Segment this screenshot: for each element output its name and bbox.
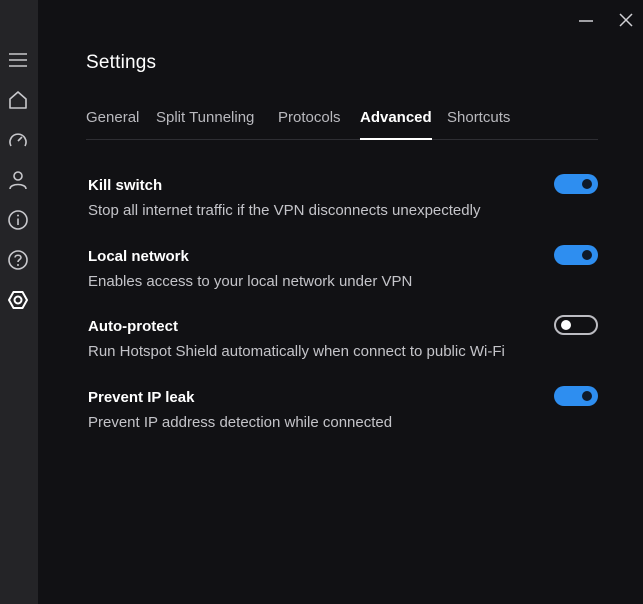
minimize-button[interactable]	[576, 10, 596, 30]
prevent-ip-leak-toggle[interactable]	[554, 386, 598, 406]
toggle-knob	[582, 250, 592, 260]
home-icon[interactable]	[7, 89, 29, 111]
setting-prevent-ip-leak: Prevent IP leak Prevent IP address detec…	[88, 386, 598, 432]
setting-description: Enables access to your local network und…	[88, 273, 413, 290]
setting-description: Run Hotspot Shield automatically when co…	[88, 343, 505, 360]
info-icon[interactable]	[7, 209, 29, 231]
tab-general[interactable]: General	[86, 108, 139, 140]
help-icon[interactable]	[7, 249, 29, 271]
tab-advanced[interactable]: Advanced	[360, 108, 432, 140]
kill-switch-toggle[interactable]	[554, 174, 598, 194]
toggle-knob	[561, 320, 571, 330]
sidebar	[0, 0, 38, 604]
settings-panel: Settings General Split Tunneling Protoco…	[38, 0, 643, 604]
setting-auto-protect: Auto-protect Run Hotspot Shield automati…	[88, 315, 598, 361]
minimize-icon	[579, 20, 593, 22]
tab-split-tunneling[interactable]: Split Tunneling	[156, 108, 254, 140]
close-button[interactable]	[616, 10, 636, 30]
user-icon[interactable]	[7, 169, 29, 191]
setting-title: Auto-protect	[88, 318, 178, 335]
setting-title: Local network	[88, 248, 189, 265]
tab-shortcuts[interactable]: Shortcuts	[447, 108, 510, 140]
setting-local-network: Local network Enables access to your loc…	[88, 245, 598, 291]
setting-title: Kill switch	[88, 177, 163, 194]
tab-protocols[interactable]: Protocols	[278, 108, 341, 140]
toggle-knob	[582, 391, 592, 401]
setting-description: Prevent IP address detection while conne…	[88, 414, 393, 431]
local-network-toggle[interactable]	[554, 245, 598, 265]
setting-title: Prevent IP leak	[88, 389, 195, 406]
speedometer-icon[interactable]	[7, 129, 29, 151]
settings-tabs: General Split Tunneling Protocols Advanc…	[86, 108, 598, 140]
settings-icon[interactable]	[7, 289, 29, 311]
page-title: Settings	[86, 52, 157, 73]
setting-kill-switch: Kill switch Stop all internet traffic if…	[88, 174, 598, 220]
close-icon	[619, 13, 633, 27]
menu-icon[interactable]	[7, 49, 29, 71]
auto-protect-toggle[interactable]	[554, 315, 598, 335]
toggle-knob	[582, 179, 592, 189]
setting-description: Stop all internet traffic if the VPN dis…	[88, 202, 481, 219]
